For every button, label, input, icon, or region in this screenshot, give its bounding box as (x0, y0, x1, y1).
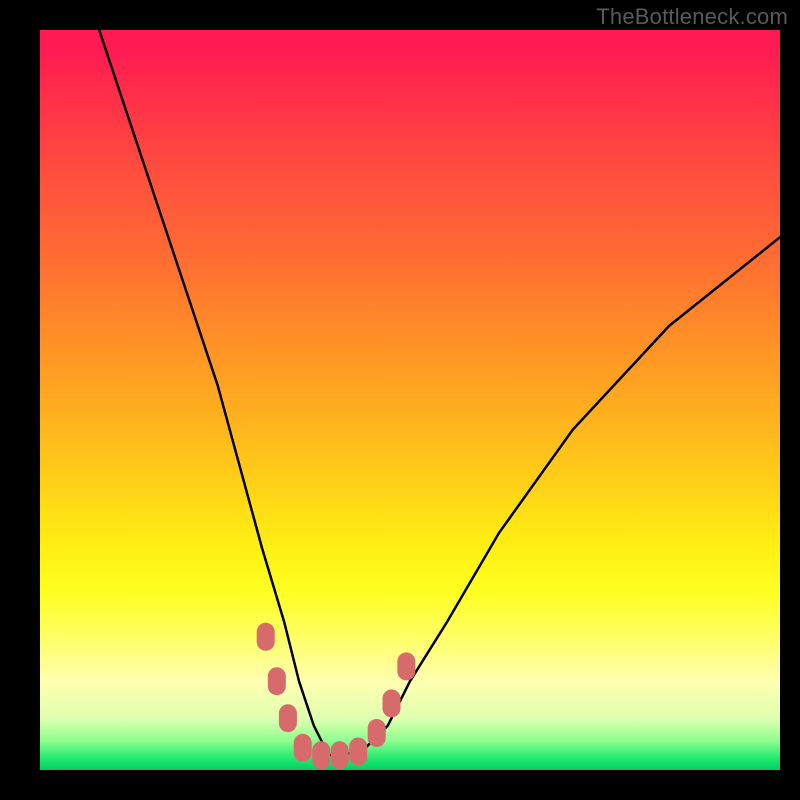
marker-point (279, 704, 297, 732)
marker-point (257, 623, 275, 651)
marker-point (383, 689, 401, 717)
marker-point (397, 652, 415, 680)
watermark-text: TheBottleneck.com (596, 4, 788, 30)
bottleneck-curve (99, 30, 780, 755)
chart-frame: TheBottleneck.com (0, 0, 800, 800)
chart-svg (40, 30, 780, 770)
plot-area (40, 30, 780, 770)
marker-point (294, 734, 312, 762)
marker-point (349, 738, 367, 766)
curve-path (99, 30, 780, 755)
highlight-markers (257, 623, 416, 769)
marker-point (268, 667, 286, 695)
marker-point (312, 741, 330, 769)
marker-point (331, 741, 349, 769)
marker-point (368, 719, 386, 747)
